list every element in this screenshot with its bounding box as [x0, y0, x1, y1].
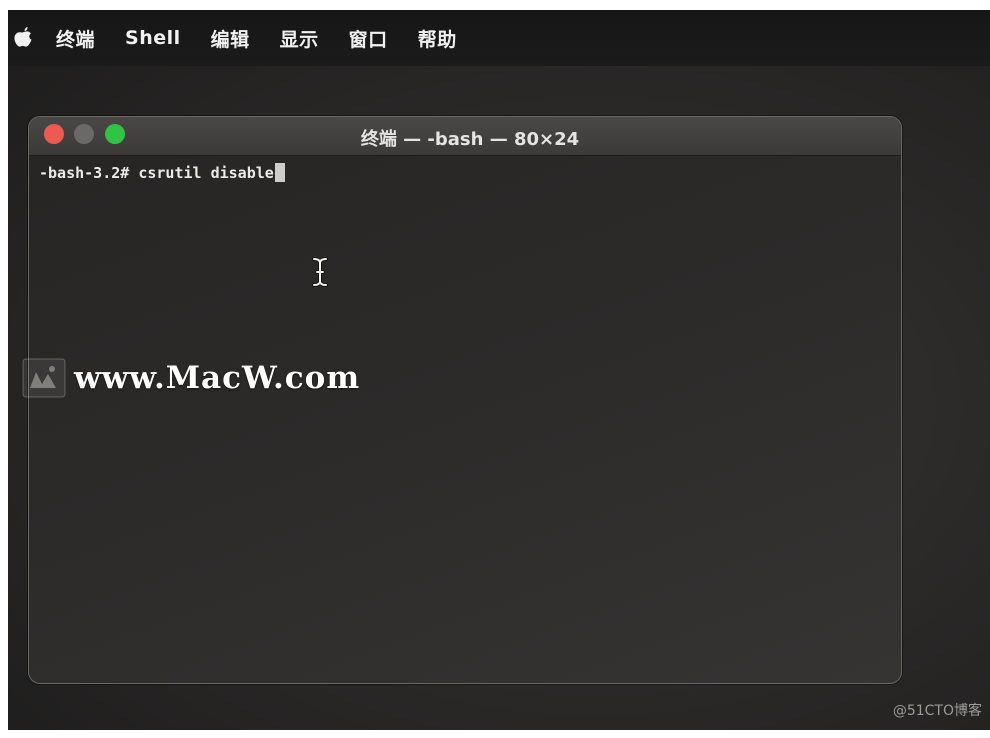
terminal-command: csrutil disable — [138, 163, 274, 182]
menu-terminal[interactable]: 终端 — [56, 25, 95, 52]
terminal-window: 终端 — -bash — 80×24 -bash-3.2# csrutil di… — [28, 116, 902, 684]
menu-edit[interactable]: 编辑 — [211, 25, 250, 52]
text-cursor — [274, 163, 285, 182]
screen-photo: 终端 Shell 编辑 显示 窗口 帮助 终端 — -bash — 80×24 … — [8, 10, 990, 730]
menu-shell[interactable]: Shell — [125, 27, 181, 49]
watermark: www.MacW.com — [22, 358, 360, 398]
watermark-logo-icon — [22, 358, 66, 398]
menu-bar: 终端 Shell 编辑 显示 窗口 帮助 — [8, 10, 990, 66]
menu-view[interactable]: 显示 — [280, 25, 319, 52]
menu-window[interactable]: 窗口 — [349, 25, 388, 52]
ibeam-cursor-icon — [312, 257, 328, 287]
terminal-line[interactable]: -bash-3.2# csrutil disable — [39, 163, 285, 182]
apple-logo-icon[interactable] — [12, 25, 34, 51]
watermark-text: www.MacW.com — [74, 360, 361, 396]
window-titlebar[interactable]: 终端 — -bash — 80×24 — [29, 117, 901, 156]
terminal-prompt: -bash-3.2# — [39, 163, 130, 182]
window-title: 终端 — -bash — 80×24 — [360, 129, 580, 150]
source-credit: @51CTO博客 — [892, 703, 982, 719]
menu-help[interactable]: 帮助 — [418, 25, 457, 52]
